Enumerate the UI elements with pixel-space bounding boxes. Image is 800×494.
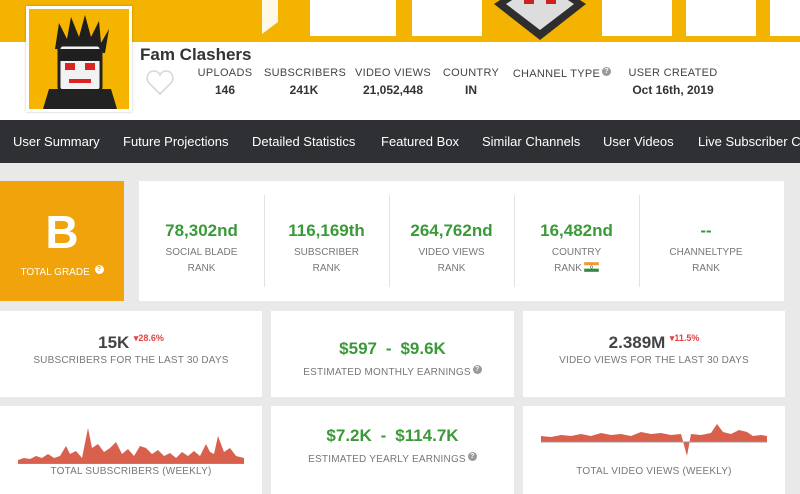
stat-value: 21,052,448	[362, 83, 424, 97]
stat-label: VIDEO VIEWS	[354, 67, 432, 79]
rank-value: 116,169th	[288, 221, 365, 240]
stat-country: COUNTRY IN	[440, 67, 502, 97]
rank-subscriber: 116,169th SUBSCRIBER RANK	[264, 181, 389, 301]
rank-value: 264,762nd	[410, 221, 493, 240]
rank-label: VIDEO VIEWS	[418, 247, 485, 258]
subs-30-change: 28.6%	[138, 333, 164, 343]
monthly-caption: ESTIMATED MONTHLY EARNINGS	[303, 367, 471, 378]
india-flag-icon	[583, 262, 599, 272]
rank-label: RANK	[187, 263, 216, 274]
stat-value: 146	[214, 83, 236, 97]
views-weekly-sparkline[interactable]	[541, 416, 767, 462]
rank-label: RANK	[692, 263, 720, 274]
yearly-sep: -	[380, 426, 387, 445]
views-weekly-card: TOTAL VIDEO VIEWS (WEEKLY)	[523, 406, 785, 494]
rank-label: RANK	[554, 263, 582, 274]
subs-30-days-card: 15K ▾28.6% SUBSCRIBERS FOR THE LAST 30 D…	[0, 311, 262, 397]
rank-label: SOCIAL BLADE	[165, 247, 238, 258]
views-30-days-card: 2.389M ▾11.5% VIDEO VIEWS FOR THE LAST 3…	[523, 311, 785, 397]
nav-user-videos[interactable]: User Videos	[603, 134, 674, 149]
views-30-value: 2.389M	[608, 333, 666, 352]
help-icon[interactable]: ?	[472, 365, 482, 374]
help-icon[interactable]: ?	[94, 265, 104, 274]
stat-label: COUNTRY	[442, 67, 500, 79]
grade-caption: TOTAL GRADE	[20, 267, 90, 278]
stat-value: 241K	[289, 83, 319, 97]
nav-featured-box[interactable]: Featured Box	[381, 134, 459, 149]
monthly-sep: -	[385, 339, 392, 358]
subs-weekly-caption: TOTAL SUBSCRIBERS (WEEKLY)	[50, 466, 212, 477]
subs-30-caption: SUBSCRIBERS FOR THE LAST 30 DAYS	[33, 355, 229, 366]
stat-label: UPLOADS	[197, 67, 253, 79]
views-weekly-caption: TOTAL VIDEO VIEWS (WEEKLY)	[576, 466, 732, 477]
stat-channel-type: CHANNEL TYPE?	[508, 67, 616, 84]
yearly-high: $114.7K	[395, 426, 459, 445]
subs-weekly-card: TOTAL SUBSCRIBERS (WEEKLY)	[0, 406, 262, 494]
rank-label: COUNTRY	[551, 247, 602, 258]
ranks-panel: 78,302nd SOCIAL BLADE RANK 116,169th SUBS…	[139, 181, 784, 301]
channel-name: Fam Clashers	[140, 45, 252, 64]
stat-label: USER CREATED	[628, 67, 718, 79]
favorite-heart-icon[interactable]	[146, 70, 174, 96]
yearly-low: $7.2K	[326, 426, 372, 445]
stat-value: Oct 16th, 2019	[632, 83, 714, 97]
stat-user-created: USER CREATED Oct 16th, 2019	[620, 67, 726, 97]
rank-value: 16,482nd	[540, 221, 613, 240]
monthly-high: $9.6K	[400, 339, 446, 358]
rank-label: SUBSCRIBER	[293, 247, 359, 258]
avatar-image	[43, 15, 117, 109]
rank-value: 78,302nd	[165, 221, 238, 240]
rank-value: --	[700, 221, 712, 240]
stat-value: IN	[465, 83, 477, 97]
banner-artwork	[262, 0, 800, 40]
stat-uploads: UPLOADS 146	[195, 67, 255, 97]
views-30-change: 11.5%	[674, 333, 700, 343]
nav-user-summary[interactable]: User Summary	[13, 134, 100, 149]
rank-label: RANK	[437, 263, 466, 274]
monthly-earnings-card: $597 - $9.6K ESTIMATED MONTHLY EARNINGS?	[271, 311, 514, 397]
divider	[639, 195, 640, 287]
rank-video-views: 264,762nd VIDEO VIEWS RANK	[389, 181, 514, 301]
help-icon[interactable]: ?	[602, 67, 612, 76]
rank-social-blade: 78,302nd SOCIAL BLADE RANK	[139, 181, 264, 301]
channel-avatar[interactable]	[26, 6, 132, 112]
rank-channel-type: -- CHANNELTYPE RANK	[641, 181, 771, 301]
nav-similar-channels[interactable]: Similar Channels	[482, 134, 580, 149]
stat-label: CHANNEL TYPE	[512, 68, 601, 80]
stat-subscribers: SUBSCRIBERS 241K	[264, 67, 347, 97]
views-30-caption: VIDEO VIEWS FOR THE LAST 30 DAYS	[559, 355, 749, 366]
nav-future-projections[interactable]: Future Projections	[123, 134, 229, 149]
nav-live-subscriber-count[interactable]: Live Subscriber Co	[698, 134, 800, 149]
yearly-caption: ESTIMATED YEARLY EARNINGS	[308, 454, 466, 465]
grade-letter: B	[45, 206, 79, 258]
total-grade-card: B TOTAL GRADE ?	[0, 181, 124, 301]
rank-label: RANK	[312, 263, 341, 274]
subs-weekly-sparkline[interactable]	[18, 418, 244, 464]
nav-detailed-statistics[interactable]: Detailed Statistics	[252, 134, 355, 149]
subs-30-value: 15K	[98, 333, 130, 352]
rank-label: CHANNELTYPE	[669, 247, 743, 258]
rank-country: 16,482nd COUNTRY RANK	[514, 181, 639, 301]
monthly-low: $597	[339, 339, 377, 358]
yearly-earnings-card: $7.2K - $114.7K ESTIMATED YEARLY EARNING…	[271, 406, 514, 494]
help-icon[interactable]: ?	[467, 452, 477, 461]
stat-video-views: VIDEO VIEWS 21,052,448	[353, 67, 433, 97]
stat-label: SUBSCRIBERS	[264, 67, 347, 79]
section-nav: User Summary Future Projections Detailed…	[0, 120, 800, 163]
